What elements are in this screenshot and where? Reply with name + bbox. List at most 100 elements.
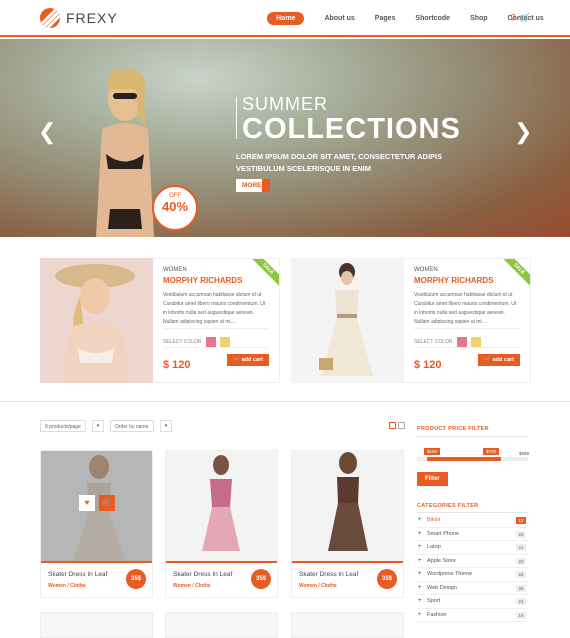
- plus-icon: +: [418, 611, 422, 618]
- category-item-smart-phone[interactable]: + Smart Phone 23: [417, 528, 528, 541]
- product-card[interactable]: Skater Dress In Leaf Women / Clothe 35$: [291, 450, 404, 598]
- list-view-icon[interactable]: [398, 422, 405, 429]
- color-swatch-pink[interactable]: [205, 337, 216, 347]
- nav-shop[interactable]: Shop: [470, 15, 488, 22]
- hero-banner: ❮ ❯ SUMMER COLLECTIONS LOREM IPSUM DOLOR…: [0, 39, 570, 237]
- price-range-slider[interactable]: [417, 457, 528, 461]
- category-item-wordpress-theme[interactable]: + Wordpress Theme 24: [417, 568, 528, 582]
- wishlist-heart-icon[interactable]: ♥: [79, 495, 95, 511]
- nav-shortcode[interactable]: Shortcode: [415, 15, 450, 22]
- per-page-select[interactable]: 9 products/page: [40, 420, 86, 432]
- category-label: Fashion: [427, 611, 447, 618]
- product-category[interactable]: Women / Clothe: [48, 583, 86, 589]
- price-max-label: $999: [519, 451, 530, 456]
- product-name[interactable]: Skater Dress In Leaf: [173, 571, 232, 578]
- product-image[interactable]: ♥ 🛒: [41, 451, 152, 561]
- categories-divider: [417, 512, 528, 513]
- featured-price-row: $ 120 🛒 add cart: [163, 347, 269, 373]
- product-price: 35$: [126, 569, 146, 589]
- logo-icon[interactable]: [40, 8, 60, 28]
- cart-icon[interactable]: 🛒: [99, 495, 115, 511]
- product-card-partial[interactable]: [165, 612, 278, 638]
- price-range-fill: [427, 457, 501, 461]
- category-item-web-design[interactable]: + Web Design 26: [417, 582, 528, 595]
- category-label: Sport: [427, 598, 441, 604]
- plus-icon: +: [418, 584, 422, 591]
- featured-price: $ 120: [414, 359, 442, 371]
- color-swatch-yellow[interactable]: [470, 337, 481, 347]
- order-by-select[interactable]: Order by name: [110, 420, 154, 432]
- sale-ribbon-label: SALE: [502, 259, 530, 287]
- price-min-handle[interactable]: $100: [424, 448, 441, 455]
- color-swatch-yellow[interactable]: [219, 337, 230, 347]
- featured-product-card[interactable]: SALE WOMEN MORPHY RICHARDS Vestibulum ac…: [40, 258, 280, 383]
- add-cart-button[interactable]: 🛒 add cart: [227, 354, 269, 366]
- per-page-dropdown-icon[interactable]: ▾: [92, 420, 104, 432]
- product-image[interactable]: [166, 451, 277, 561]
- category-count: 11: [516, 544, 526, 551]
- featured-product-body: SALE WOMEN MORPHY RICHARDS Vestibulum ac…: [404, 258, 531, 383]
- featured-product-image[interactable]: [291, 258, 404, 383]
- search-icon[interactable]: ⚲: [510, 13, 516, 22]
- plus-icon: +: [418, 598, 422, 604]
- color-swatch-pink[interactable]: [456, 337, 467, 347]
- product-card-partial[interactable]: [291, 612, 404, 638]
- category-item-latop[interactable]: + Latop 11: [417, 541, 528, 555]
- featured-price: $ 120: [163, 359, 191, 371]
- product-price: 35$: [377, 569, 397, 589]
- cart-icon[interactable]: 🛒: [520, 13, 530, 22]
- product-card[interactable]: Skater Dress In Leaf Women / Clothe 35$: [165, 450, 278, 598]
- category-label: Wordpress Theme: [427, 571, 473, 577]
- badge-percent: 40%: [161, 199, 189, 214]
- category-label: Web Design: [427, 584, 457, 591]
- top-bar: FREXY Home About us Pages Shortcode Shop…: [0, 0, 570, 37]
- category-label: Apple Store: [427, 557, 456, 564]
- nav-about[interactable]: About us: [324, 15, 354, 22]
- category-count: 21: [516, 598, 526, 605]
- category-count: 26: [516, 584, 526, 592]
- hero-title-bar: [236, 97, 237, 139]
- color-selector: SELECT COLOR: [163, 337, 269, 347]
- category-label: Latop: [427, 544, 441, 550]
- category-label: Smart Phone: [427, 530, 460, 537]
- featured-product-card[interactable]: SALE WOMEN MORPHY RICHARDS Vestibulum ac…: [291, 258, 531, 383]
- category-item-bikini[interactable]: + Bikini 12: [417, 514, 528, 528]
- categories-list: + Bikini 12 + Smart Phone 23 + Latop 11 + Apple…: [417, 514, 528, 622]
- hero-prev-arrow[interactable]: ❮: [38, 119, 56, 145]
- hero-subtitle: LOREM IPSUM DOLOR SIT AMET, CONSECTETUR …: [236, 152, 443, 173]
- category-item-sport[interactable]: + Sport 21: [417, 595, 528, 609]
- featured-price-row: $ 120 🛒 add cart: [414, 347, 520, 373]
- color-selector: SELECT COLOR: [414, 337, 520, 347]
- product-name[interactable]: Skater Dress In Leaf: [48, 571, 107, 578]
- product-accent-bar: [41, 561, 152, 563]
- featured-product-image[interactable]: [40, 258, 153, 383]
- product-category[interactable]: Women / Clothe: [173, 583, 211, 589]
- hero-title-line2: COLLECTIONS: [242, 113, 461, 145]
- featured-product-body: SALE WOMEN MORPHY RICHARDS Vestibulum ac…: [153, 258, 280, 383]
- category-count: 24: [516, 571, 526, 578]
- category-item-apple-store[interactable]: + Apple Store 23: [417, 555, 528, 568]
- hero-next-arrow[interactable]: ❯: [514, 119, 532, 145]
- plus-icon: +: [418, 544, 422, 550]
- product-name[interactable]: Skater Dress In Leaf: [299, 571, 358, 578]
- product-card[interactable]: ♥ 🛒 Skater Dress In Leaf Women / Clothe …: [40, 450, 153, 598]
- grid-view-icon[interactable]: [389, 422, 396, 429]
- view-toggle: [389, 422, 405, 429]
- nav-pages[interactable]: Pages: [375, 15, 396, 22]
- price-max-handle[interactable]: $700: [483, 448, 500, 455]
- brand-name[interactable]: FREXY: [66, 10, 118, 26]
- product-image[interactable]: [292, 451, 403, 561]
- price-filter-divider: [417, 436, 528, 437]
- filter-button[interactable]: Filter: [417, 472, 448, 486]
- sale-ribbon: SALE: [502, 259, 530, 287]
- category-count: 23: [516, 530, 526, 538]
- nav-home[interactable]: Home: [267, 12, 305, 25]
- product-category[interactable]: Women / Clothe: [299, 583, 337, 589]
- plus-icon: +: [418, 571, 422, 577]
- category-item-fashion[interactable]: + Fashion 16: [417, 609, 528, 622]
- order-dropdown-icon[interactable]: ▾: [160, 420, 172, 432]
- add-cart-button[interactable]: 🛒 add cart: [478, 354, 520, 366]
- product-card-partial[interactable]: [40, 612, 153, 638]
- section-divider: [0, 401, 570, 402]
- hero-more-arrow-icon[interactable]: [262, 179, 270, 192]
